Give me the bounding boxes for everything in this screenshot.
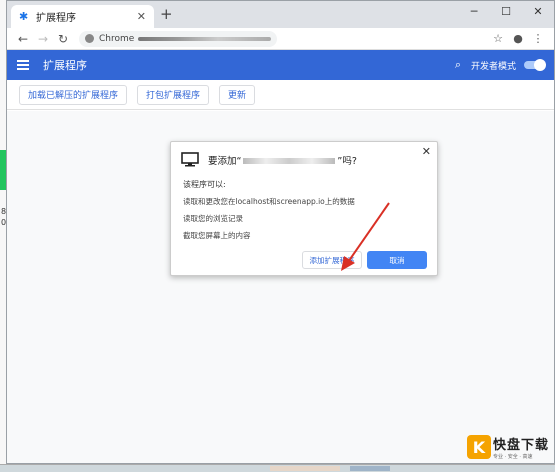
maximize-icon[interactable]: ☐	[490, 1, 522, 23]
address-bar[interactable]: Chrome	[79, 30, 277, 47]
back-icon[interactable]: ←	[13, 32, 33, 46]
blurred-url	[138, 36, 271, 41]
chrome-icon	[85, 34, 94, 43]
dev-mode-label: 开发者模式	[470, 61, 516, 72]
close-window-icon[interactable]: ✕	[522, 1, 554, 23]
extensions-header: 扩展程序 ⌕ 开发者模式	[7, 50, 554, 80]
watermark-subtext: 专业 · 安全 · 高速	[492, 454, 533, 460]
page-title: 扩展程序	[43, 59, 87, 72]
browser-window: ✱ 扩展程序 ✕ + ─ ☐ ✕ ← → ↻ Chrome ☆ ● ⋮ 扩展程序	[6, 0, 555, 464]
forward-icon[interactable]: →	[33, 32, 53, 46]
monitor-icon	[181, 152, 199, 167]
permission-item: 读取您的浏览记录	[183, 214, 243, 223]
address-scheme: Chrome	[99, 33, 135, 44]
annotation-arrow	[341, 202, 390, 271]
star-icon[interactable]: ☆	[488, 32, 508, 45]
hamburger-menu-icon[interactable]	[17, 60, 31, 70]
permission-item: 截取您屏幕上的内容	[183, 231, 251, 240]
taskbar-strip	[0, 464, 555, 472]
pack-extension-button[interactable]: 打包扩展程序	[137, 84, 210, 105]
dialog-title: 要添加“ ”吗?	[208, 155, 357, 167]
action-row: 加载已解压的扩展程序 打包扩展程序 更新	[7, 80, 554, 110]
puzzle-icon: ✱	[19, 10, 29, 23]
profile-icon[interactable]: ●	[508, 32, 528, 45]
tab-title: 扩展程序	[36, 13, 76, 24]
add-extension-dialog: ✕ 要添加“ ”吗? 该程序可以: 读取和更改您在localhost和screen…	[170, 141, 438, 276]
window-controls: ─ ☐ ✕	[458, 1, 554, 23]
watermark-text: 快盘下载	[492, 438, 549, 453]
watermark-logo-icon: K	[466, 435, 491, 459]
watermark: K 快盘下载 专业 · 安全 · 高速	[466, 434, 549, 460]
toolbar: ← → ↻ Chrome ☆ ● ⋮	[7, 28, 554, 50]
permissions-heading: 该程序可以:	[183, 180, 226, 189]
more-menu-icon[interactable]: ⋮	[528, 32, 548, 45]
dev-mode-toggle[interactable]	[524, 59, 546, 71]
tab-extensions[interactable]: ✱ 扩展程序 ✕	[11, 5, 154, 28]
permission-item: 读取和更改您在localhost和screenapp.io上的数据	[183, 197, 355, 206]
search-icon[interactable]: ⌕	[455, 58, 461, 72]
close-tab-icon[interactable]: ✕	[137, 10, 146, 23]
update-button[interactable]: 更新	[219, 84, 256, 105]
close-dialog-icon[interactable]: ✕	[422, 145, 431, 158]
redacted-extension-name	[243, 158, 336, 164]
new-tab-button[interactable]: +	[160, 5, 173, 23]
reload-icon[interactable]: ↻	[53, 32, 73, 46]
minimize-icon[interactable]: ─	[458, 1, 490, 23]
tab-strip: ✱ 扩展程序 ✕ + ─ ☐ ✕	[7, 1, 554, 28]
load-unpacked-button[interactable]: 加载已解压的扩展程序	[19, 84, 128, 105]
